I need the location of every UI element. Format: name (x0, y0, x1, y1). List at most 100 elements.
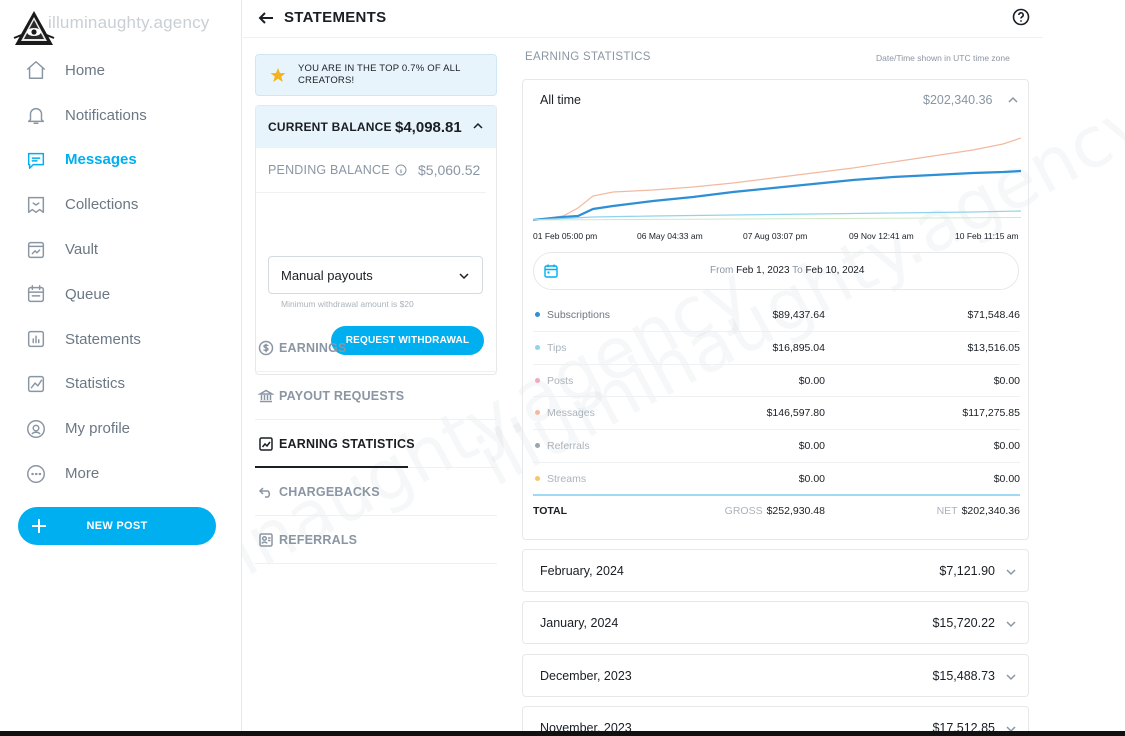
other-series-line (533, 217, 1021, 221)
net-label: NET (936, 505, 958, 517)
sidebar-item-home[interactable]: Home (0, 48, 242, 93)
row-name: Posts (547, 374, 574, 387)
current-balance-row[interactable]: CURRENT BALANCE $4,098.81 (256, 106, 496, 148)
sidebar-item-collections[interactable]: Collections (0, 182, 242, 227)
total-label: TOTAL (533, 505, 568, 517)
gross-total-value: $252,930.48 (766, 505, 825, 517)
series-dot (535, 410, 540, 416)
trend-icon (258, 436, 274, 452)
table-row: Referrals $0.00 $0.00 (533, 430, 1020, 463)
row-name: Tips (547, 341, 567, 354)
bell-icon (24, 103, 48, 127)
x-axis-tick: 01 Feb 05:00 pm (533, 231, 598, 241)
date-range-picker[interactable]: From Feb 1, 2023 To Feb 10, 2024 (533, 252, 1019, 290)
table-row: Posts $0.00 $0.00 (533, 365, 1020, 398)
sidebar-item-notifications[interactable]: Notifications (0, 93, 242, 138)
sidebar-item-label: More (65, 465, 100, 483)
section-payout-requests[interactable]: PAYOUT REQUESTS (255, 372, 497, 420)
row-net: $0.00 (993, 472, 1020, 485)
from-label: From (710, 265, 734, 276)
month-row-february-2024[interactable]: February, 2024 $7,121.90 (522, 549, 1029, 592)
pending-balance-value: $5,060.52 (418, 162, 481, 178)
x-axis-tick: 07 Aug 03:07 pm (743, 231, 808, 241)
net-total-value: $202,340.36 (961, 505, 1020, 517)
new-post-label: NEW POST (86, 520, 148, 532)
row-name: Messages (547, 407, 595, 420)
month-row-january-2024[interactable]: January, 2024 $15,720.22 (522, 601, 1029, 644)
sidebar-item-messages[interactable]: Messages (0, 138, 242, 183)
image-icon (24, 238, 48, 262)
row-net: $13,516.05 (967, 341, 1020, 354)
profile-icon (24, 417, 48, 441)
section-label: EARNING STATISTICS (279, 436, 415, 451)
sidebar-nav: Home Notifications Messages Collections … (0, 48, 242, 496)
sidebar-item-my-profile[interactable]: My profile (0, 406, 242, 451)
chevron-up-icon[interactable] (1007, 94, 1019, 106)
date-range-text: From Feb 1, 2023 To Feb 10, 2024 (710, 265, 864, 276)
section-label: REFERRALS (279, 532, 358, 547)
earning-statistics-heading: EARNING STATISTICS (525, 51, 651, 63)
row-name: Subscriptions (547, 309, 611, 321)
sidebar-item-label: Messages (65, 151, 137, 169)
current-balance-label: CURRENT BALANCE (268, 120, 392, 134)
sidebar-item-label: Notifications (65, 106, 147, 124)
home-icon (24, 58, 48, 82)
month-name: February, 2024 (540, 564, 624, 578)
from-date: Feb 1, 2023 (736, 265, 790, 276)
referral-icon (258, 532, 274, 548)
section-earnings[interactable]: EARNINGS (255, 324, 497, 372)
series-dot (535, 312, 540, 317)
month-row-december-2023[interactable]: December, 2023 $15,488.73 (522, 654, 1029, 697)
row-net: $117,275.85 (962, 407, 1020, 420)
statements-icon (24, 327, 48, 351)
message-icon (24, 148, 48, 172)
to-date: Feb 10, 2024 (805, 265, 865, 276)
more-icon (24, 462, 48, 486)
table-row: Streams $0.00 $0.00 (533, 463, 1020, 496)
net-total: NET $202,340.36 (937, 505, 1020, 517)
pending-balance-row: PENDING BALANCE $5,060.52 (256, 148, 486, 193)
minimum-withdrawal-note: Minimum withdrawal amount is $20 (281, 299, 414, 309)
section-label: CHARGEBACKS (279, 484, 380, 499)
new-post-button[interactable]: NEW POST (18, 507, 216, 545)
sidebar-item-label: My profile (65, 420, 131, 438)
undo-icon (258, 484, 274, 500)
earnings-chart (533, 137, 1021, 222)
sidebar-item-label: Home (65, 61, 106, 79)
section-chargebacks[interactable]: CHARGEBACKS (255, 468, 497, 516)
sidebar-item-label: Statements (65, 330, 141, 348)
table-row: Tips $16,895.04 $13,516.05 (533, 332, 1020, 365)
sidebar-item-queue[interactable]: Queue (0, 272, 242, 317)
calendar-icon (544, 264, 558, 278)
timezone-note: Date/Time shown in UTC time zone (876, 53, 1010, 63)
sidebar-item-statistics[interactable]: Statistics (0, 362, 242, 407)
chevron-down-icon (1006, 674, 1016, 681)
row-name: Streams (547, 472, 587, 485)
banner-text: YOU ARE IN THE TOP 0.7% OF ALL CREATORS! (298, 63, 461, 86)
info-icon[interactable] (395, 164, 407, 176)
table-row: Messages $146,597.80 $117,275.85 (533, 397, 1020, 431)
month-name: December, 2023 (540, 669, 632, 683)
section-earning-statistics[interactable]: EARNING STATISTICS (255, 420, 497, 468)
sidebar-item-label: Vault (65, 241, 99, 259)
chevron-down-icon (1006, 569, 1016, 576)
section-referrals[interactable]: REFERRALS (255, 516, 497, 564)
chevron-down-icon (459, 273, 469, 280)
help-icon[interactable] (1011, 7, 1031, 27)
gross-total: GROSS $252,930.48 (725, 505, 825, 517)
sidebar-item-vault[interactable]: Vault (0, 227, 242, 272)
period-label[interactable]: All time (540, 93, 581, 107)
row-name: Referrals (547, 440, 590, 453)
sidebar-item-label: Collections (65, 196, 139, 214)
gross-label: GROSS (724, 505, 763, 517)
bank-icon (257, 388, 275, 404)
x-axis-tick: 06 May 04:33 am (637, 231, 703, 241)
sidebar-item-statements[interactable]: Statements (0, 317, 242, 362)
row-net: $71,548.46 (967, 309, 1020, 321)
back-arrow-icon[interactable] (257, 9, 275, 27)
month-value: $7,121.90 (939, 564, 995, 578)
page-title: STATEMENTS (284, 9, 387, 26)
series-dot (535, 443, 540, 449)
sidebar-item-more[interactable]: More (0, 451, 242, 496)
payout-method-select[interactable]: Manual payouts (268, 256, 483, 294)
